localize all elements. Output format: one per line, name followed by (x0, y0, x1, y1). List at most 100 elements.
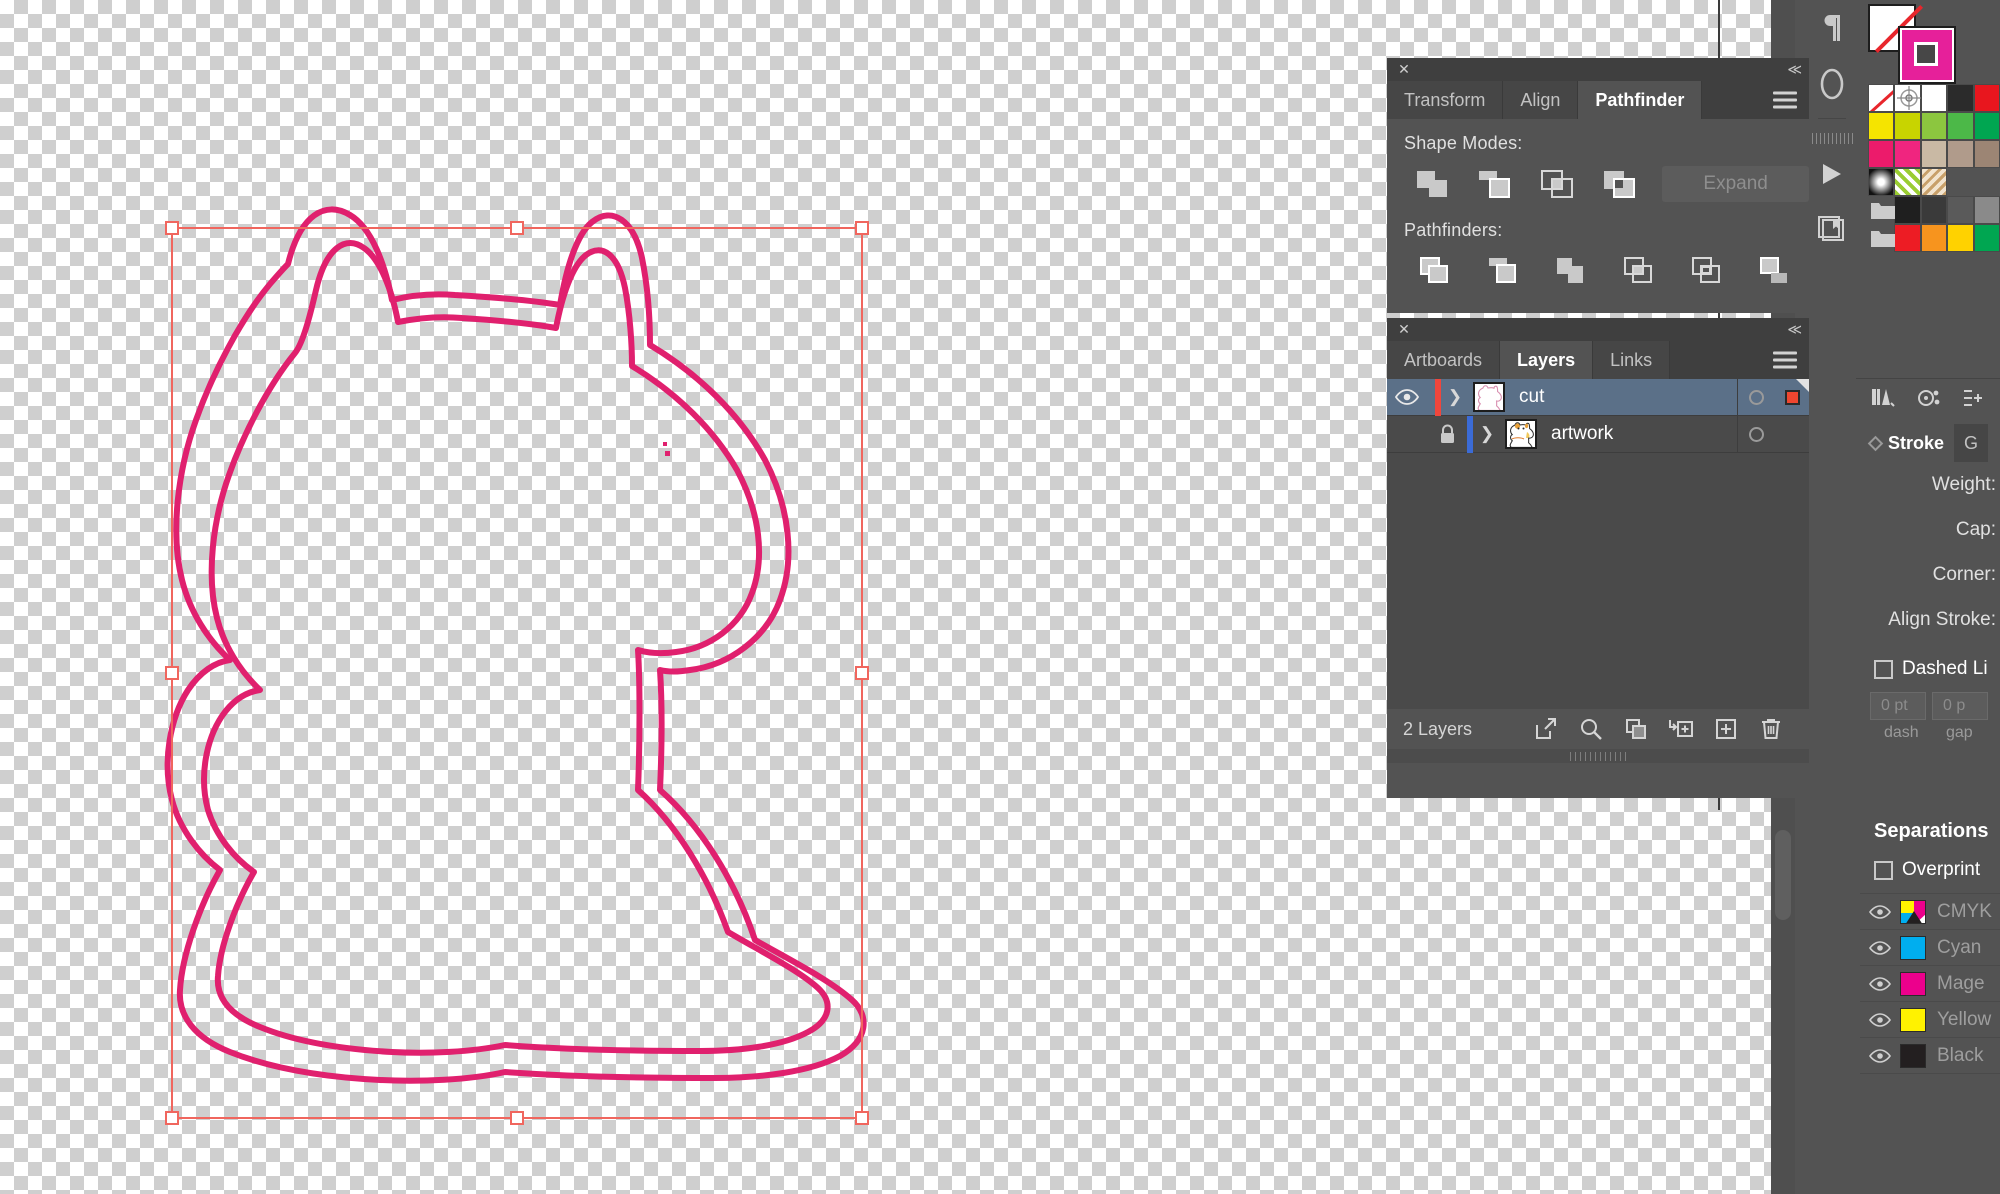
chevron-right-icon[interactable]: ❯ (1441, 387, 1469, 407)
stroke-swatch[interactable] (1900, 28, 1954, 82)
handle-bottom-center[interactable] (510, 1111, 524, 1125)
make-clipping-mask-icon[interactable] (1613, 709, 1658, 749)
separation-row-yellow[interactable]: Yellow (1860, 1001, 2000, 1037)
swatch-pattern-leaf[interactable] (1894, 168, 1921, 196)
swatch-bright-red[interactable] (1894, 224, 1921, 252)
lock-icon[interactable] (1427, 424, 1467, 445)
separation-row-cmyk[interactable]: CMYK (1860, 893, 2000, 929)
swatch-dark-green[interactable] (1973, 112, 2000, 140)
handle-top-center[interactable] (510, 221, 524, 235)
swatch-red[interactable] (1973, 84, 2000, 112)
pf-minus-front-button[interactable] (1463, 162, 1525, 206)
fill-stroke-indicator[interactable] (1868, 4, 1954, 82)
tab-transform[interactable]: Transform (1387, 81, 1504, 119)
swatch-libraries-icon[interactable] (1870, 386, 1896, 415)
swatch-white[interactable] (1920, 84, 1948, 112)
libraries-icon[interactable] (1810, 202, 1854, 258)
separation-row-magenta[interactable]: Mage (1860, 965, 2000, 1001)
expand-button[interactable]: Expand (1662, 166, 1809, 202)
selection-bounding-box[interactable] (165, 221, 869, 1125)
layer-name[interactable]: cut (1505, 386, 1737, 408)
swatch-taupe[interactable] (1947, 140, 1974, 168)
swatch-dark-4[interactable] (1973, 196, 2000, 224)
swatch-folder-icon[interactable] (1868, 196, 1895, 224)
canvas-scroll-thumb[interactable] (1775, 830, 1791, 920)
swatch-dark-2[interactable] (1920, 196, 1948, 224)
tab-stroke[interactable]: Stroke (1860, 424, 1955, 462)
layer-row-artwork[interactable]: ❯ artwork (1387, 415, 1809, 453)
swatch-gradient-radial[interactable] (1868, 168, 1895, 196)
swatch-folder-icon-2[interactable] (1868, 224, 1895, 252)
swatch-brown[interactable] (1973, 140, 2000, 168)
swatch-dark-3[interactable] (1947, 196, 1974, 224)
handle-mid-right[interactable] (855, 666, 869, 680)
tab-gradient[interactable]: G (1954, 424, 1989, 462)
swatch-dark-1[interactable] (1894, 196, 1921, 224)
pf-minus-back-button[interactable] (1741, 249, 1809, 293)
overprint-row[interactable]: Overprint (1860, 843, 2000, 893)
swatch-pattern-scroll[interactable] (1920, 168, 1948, 196)
swatch-tan[interactable] (1920, 140, 1948, 168)
release-to-layers-icon[interactable] (1523, 709, 1568, 749)
pf-outline-button[interactable] (1673, 249, 1741, 293)
collapse-icon[interactable]: ≪ (1787, 321, 1802, 337)
chevron-right-icon[interactable]: ❯ (1473, 424, 1501, 444)
dock-grip[interactable] (1810, 125, 1854, 146)
handle-mid-left[interactable] (165, 666, 179, 680)
eye-icon[interactable] (1860, 976, 1900, 991)
dashed-line-row[interactable]: Dashed Li (1860, 642, 2000, 680)
swatch-black[interactable] (1947, 84, 1974, 112)
color-group-icon[interactable] (1916, 386, 1942, 415)
new-sublayer-icon[interactable] (1658, 709, 1703, 749)
gap-input[interactable]: 0 p (1932, 692, 1988, 720)
separation-row-black[interactable]: Black (1860, 1037, 2000, 1073)
swatch-green[interactable] (1947, 112, 1974, 140)
pf-unite-button[interactable] (1401, 162, 1463, 206)
new-layer-icon[interactable] (1703, 709, 1748, 749)
close-icon[interactable]: ✕ (1397, 62, 1411, 76)
pathfinder-menu-icon[interactable] (1773, 91, 1797, 109)
locate-object-icon[interactable] (1568, 709, 1613, 749)
eye-icon[interactable] (1860, 1048, 1900, 1063)
swatch-pink[interactable] (1894, 140, 1921, 168)
swatch-registration[interactable] (1894, 84, 1922, 112)
layer-target-ring[interactable] (1737, 378, 1775, 416)
pf-crop-button[interactable] (1605, 249, 1673, 293)
tab-layers[interactable]: Layers (1500, 341, 1594, 379)
new-color-group-icon[interactable] (1962, 386, 1984, 415)
layer-target-ring[interactable] (1737, 415, 1775, 453)
eye-icon[interactable] (1387, 389, 1427, 405)
handle-bottom-right[interactable] (855, 1111, 869, 1125)
swatch-magenta[interactable] (1868, 140, 1895, 168)
cut-path-inner[interactable] (201, 240, 831, 1056)
dashed-line-checkbox[interactable] (1874, 659, 1893, 679)
swatch-gold[interactable] (1947, 224, 1974, 252)
glyphs-icon[interactable] (1810, 56, 1854, 112)
tab-align[interactable]: Align (1503, 81, 1579, 119)
handle-top-left[interactable] (165, 221, 179, 235)
pf-trim-button[interactable] (1469, 249, 1537, 293)
swatch-yellow[interactable] (1868, 112, 1895, 140)
overprint-checkbox[interactable] (1874, 860, 1893, 880)
swatch-emerald[interactable] (1973, 224, 2000, 252)
tab-pathfinder[interactable]: Pathfinder (1578, 81, 1703, 119)
eye-icon[interactable] (1860, 940, 1900, 955)
pf-divide-button[interactable] (1401, 249, 1469, 293)
swatch-light-green[interactable] (1920, 112, 1948, 140)
paragraph-icon[interactable] (1810, 0, 1854, 56)
handle-top-right[interactable] (855, 221, 869, 235)
handle-bottom-left[interactable] (165, 1111, 179, 1125)
delete-layer-icon[interactable] (1748, 709, 1793, 749)
tab-artboards[interactable]: Artboards (1387, 341, 1501, 379)
pf-exclude-button[interactable] (1588, 162, 1650, 206)
layer-row-cut[interactable]: ❯ cut (1387, 378, 1809, 416)
close-icon[interactable]: ✕ (1397, 322, 1411, 336)
separation-row-cyan[interactable]: Cyan (1860, 929, 2000, 965)
eye-icon[interactable] (1860, 904, 1900, 919)
swatch-orange[interactable] (1920, 224, 1948, 252)
actions-play-icon[interactable] (1810, 146, 1854, 202)
pf-intersect-button[interactable] (1526, 162, 1588, 206)
eye-icon[interactable] (1860, 1012, 1900, 1027)
swatch-none[interactable] (1868, 84, 1895, 112)
layers-menu-icon[interactable] (1773, 351, 1797, 369)
